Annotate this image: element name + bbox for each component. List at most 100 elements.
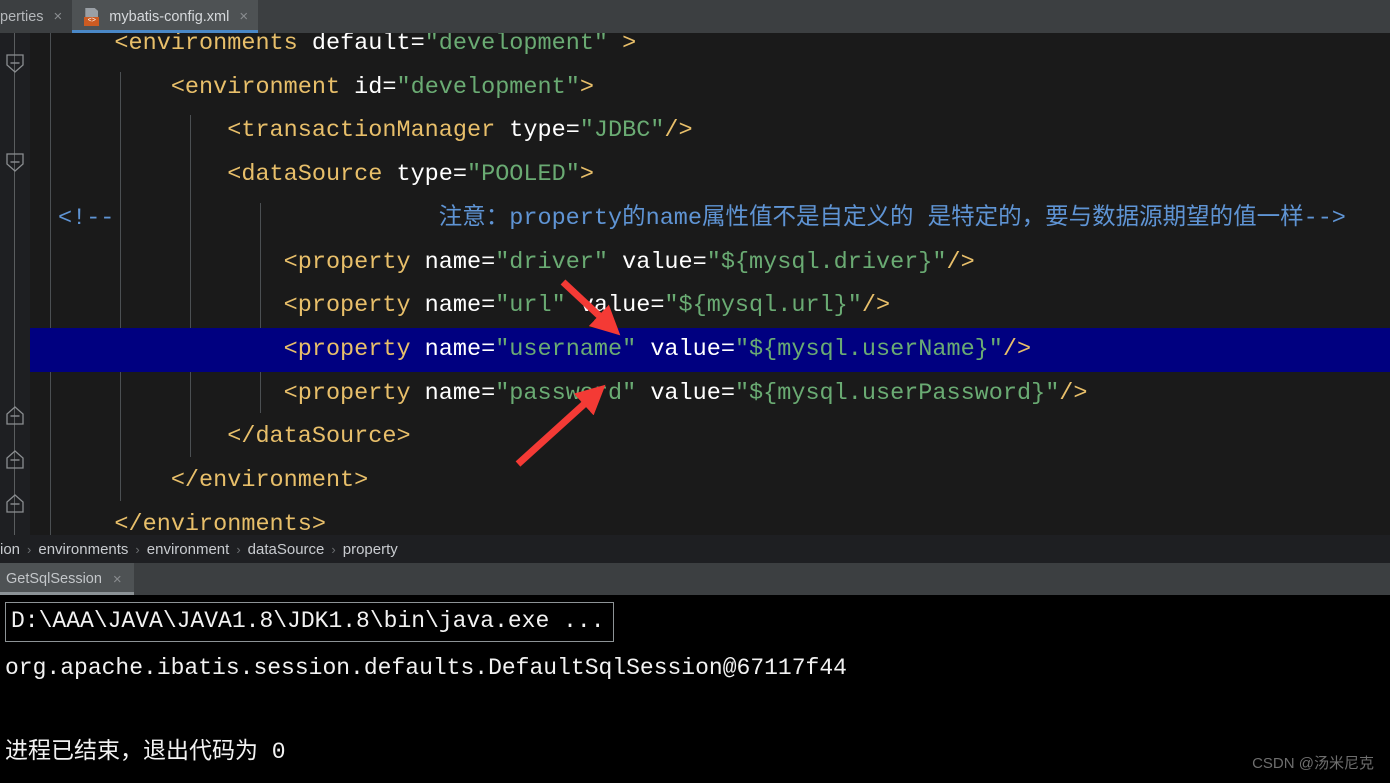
code-token: </environments> [114,510,326,535]
console-tab-label: GetSqlSession [6,571,102,587]
code-token: /> [861,292,891,320]
code-line[interactable]: </dataSource> [30,415,1390,459]
console-tab-bar: GetSqlSession × [0,563,1390,595]
code-token: value= [636,335,735,363]
run-console: GetSqlSession × D:\AAA\JAVA\JAVA1.8\JDK1… [0,563,1390,783]
code-token: <dataSource [227,161,397,189]
code-token: <property [283,292,425,320]
code-line[interactable]: <!-- 注意：property的name属性值不是自定义的 是特定的，要与数据… [30,197,1390,241]
code-token: "JDBC" [579,117,665,145]
editor-tab-bar: perties × <> mybatis-config.xml × [0,0,1390,33]
code-line[interactable]: <environments default="development" > [30,33,1390,66]
close-icon[interactable]: × [239,9,248,24]
xml-file-icon: <> [84,7,101,26]
code-token: "POOLED" [466,161,580,189]
fold-expand-icon[interactable] [4,405,26,427]
code-line[interactable]: <property name="url" value="${mysql.url}… [30,284,1390,328]
close-icon[interactable]: × [54,9,63,24]
editor-tab-properties[interactable]: perties × [0,0,72,33]
code-line[interactable]: <transactionManager type="JDBC"/> [30,109,1390,153]
console-output[interactable]: D:\AAA\JAVA\JAVA1.8\JDK1.8\bin\java.exe … [0,595,1390,783]
code-token: name= [424,379,496,407]
code-token: > [579,73,594,101]
console-output-line: org.apache.ibatis.session.defaults.Defau… [5,655,847,681]
code-token: > [579,161,594,189]
code-token: value= [608,248,707,276]
editor-tab-mybatis-config[interactable]: <> mybatis-config.xml × [72,0,259,33]
code-token: id= [354,73,397,101]
code-token: /> [664,117,693,145]
fold-expand-icon[interactable] [4,449,26,471]
code-line[interactable]: <dataSource type="POOLED"> [30,153,1390,197]
code-token: /> [946,248,975,276]
code-token: <!-- [58,204,115,232]
code-token: <property [283,248,425,276]
code-token: "${mysql.userName}" [734,335,1003,363]
fold-expand-icon[interactable] [4,493,26,515]
breadcrumb-item[interactable]: property [336,541,405,558]
breadcrumb-item[interactable]: environments [31,541,135,558]
code-line[interactable]: <property name="password" value="${mysql… [30,372,1390,416]
close-icon[interactable]: × [113,572,122,587]
code-token: </dataSource> [227,423,411,451]
code-token: "url" [495,292,566,320]
code-content[interactable]: <environments default="development" > <e… [30,33,1390,535]
fold-collapse-icon[interactable] [4,151,26,173]
code-token: "username" [495,335,637,363]
code-token: "password" [495,379,637,407]
code-token: type= [396,161,467,189]
code-token: <environment [170,73,355,101]
code-line[interactable]: <environment id="development"> [30,66,1390,110]
code-token: <property [283,379,425,407]
code-token: > [608,33,637,57]
editor-gutter[interactable] [0,33,51,535]
fold-collapse-icon[interactable] [4,52,26,74]
code-token: /> [1059,379,1088,407]
code-line[interactable]: </environment> [30,459,1390,503]
csdn-watermark: CSDN @汤米尼克 [1252,755,1374,772]
code-editor[interactable]: <environments default="development" > <e… [0,33,1390,535]
code-token: </environment> [170,467,369,494]
breadcrumb-item[interactable]: ion [0,541,27,558]
code-token: <transactionManager [227,117,510,145]
code-token: name= [424,292,496,320]
console-exit-line: 进程已结束，退出代码为 0 [5,739,286,765]
code-token: "driver" [495,248,609,276]
code-line[interactable]: <property name="username" value="${mysql… [30,327,1390,372]
code-line[interactable]: <property name="driver" value="${mysql.d… [30,241,1390,285]
code-token: type= [509,117,580,145]
code-token: default= [311,33,425,57]
console-tab-getsqlsession[interactable]: GetSqlSession × [0,563,134,595]
code-token: "${mysql.url}" [664,292,862,320]
breadcrumb-item[interactable]: environment [140,541,237,558]
ide-window: perties × <> mybatis-config.xml × <envir… [0,0,1390,783]
code-token: value= [565,292,665,320]
code-token: "${mysql.driver}" [706,248,947,276]
editor-tab-label: perties [0,8,44,25]
console-command-line: D:\AAA\JAVA\JAVA1.8\JDK1.8\bin\java.exe … [5,602,614,642]
code-token: value= [636,379,735,407]
code-token: <property [283,335,425,363]
code-line[interactable]: </environments> [30,503,1390,535]
code-token: 注意：property的name属性值不是自定义的 是特定的，要与数据源期望的值… [114,204,1346,232]
code-token: "${mysql.userPassword}" [734,379,1060,407]
code-token: name= [424,335,496,363]
breadcrumb-item[interactable]: dataSource [241,541,332,558]
breadcrumb[interactable]: ion › environments › environment › dataSource ›… [0,535,1390,563]
code-token: name= [424,248,496,276]
code-token: "development" [396,73,580,101]
code-token: /> [1002,335,1032,363]
code-token: <environments [114,33,312,57]
editor-tab-label: mybatis-config.xml [109,8,230,25]
